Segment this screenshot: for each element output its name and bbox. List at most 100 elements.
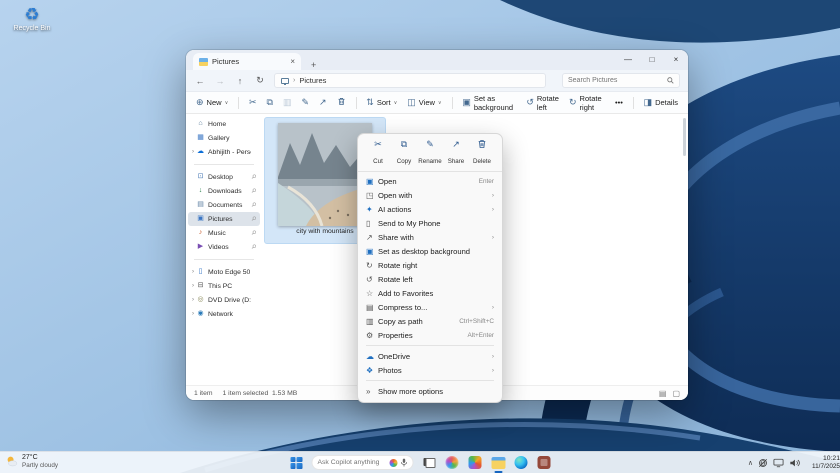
copilot-search-input[interactable]	[318, 459, 387, 466]
taskbar-search[interactable]	[312, 455, 414, 470]
delete-button[interactable]	[333, 95, 350, 110]
delete-quick-button[interactable]: Delete	[470, 139, 494, 168]
details-view-toggle-icon[interactable]: ▤	[659, 389, 667, 398]
sidebar-item[interactable]: ▤ Documents ⚲	[188, 198, 260, 212]
menu-item-label: Photos	[378, 366, 492, 375]
context-menu-item[interactable]: » Show more options	[358, 384, 502, 398]
context-menu-item[interactable]: ⚙ Properties Alt+Enter	[358, 328, 502, 342]
speaker-icon[interactable]	[789, 458, 800, 468]
rotate-left-button[interactable]: ↺ Rotate left	[522, 92, 563, 114]
context-menu-item[interactable]	[366, 380, 494, 381]
edge-browser-button[interactable]	[514, 455, 529, 470]
context-menu-item[interactable]	[366, 345, 494, 346]
back-button[interactable]: ←	[194, 76, 206, 86]
sidebar-item[interactable]: ▣ Pictures ⚲	[188, 212, 260, 226]
context-menu-item[interactable]: ▤ Compress to... ›	[358, 300, 502, 314]
sidebar-item[interactable]: ▶ Videos ⚲	[188, 240, 260, 254]
location-icon	[281, 78, 289, 84]
context-menu-item[interactable]: ▯ Send to My Phone	[358, 216, 502, 230]
new-button[interactable]: ⊕ New ∨	[192, 96, 232, 109]
thumbnail-view-toggle-icon[interactable]: ▢	[672, 389, 680, 398]
refresh-button[interactable]: ↻	[254, 75, 266, 86]
sidebar-item[interactable]: ⊡ Desktop ⚲	[188, 170, 260, 184]
context-menu-item[interactable]: ☁ OneDrive ›	[358, 349, 502, 363]
rename-quick-button[interactable]: ✎ Rename	[418, 139, 442, 168]
sidebar-item[interactable]	[194, 164, 254, 165]
set-as-background-button[interactable]: ▣ Set as background	[458, 92, 520, 114]
divider	[356, 97, 357, 109]
sort-button[interactable]: ⇅ Sort ∨	[362, 96, 401, 109]
minimize-button[interactable]: —	[616, 50, 640, 69]
context-menu-item[interactable]: ↗ Share with ›	[358, 230, 502, 244]
rotate-right-button[interactable]: ↻ Rotate right	[565, 92, 609, 114]
share-button[interactable]: ↗	[315, 96, 331, 109]
context-menu-items: ▣ Open Enter ◳ Open with › ✦ AI actions …	[358, 174, 502, 398]
search-input[interactable]	[568, 77, 667, 84]
network-status-icon[interactable]	[758, 458, 768, 468]
share-quick-button[interactable]: ↗ Share	[444, 139, 468, 168]
open-with-icon: ◳	[366, 191, 378, 200]
view-button[interactable]: ◫ View ∨	[403, 96, 445, 109]
search-box[interactable]	[562, 73, 680, 88]
context-menu-item[interactable]: ◳ Open with ›	[358, 188, 502, 202]
vertical-scrollbar[interactable]	[683, 118, 686, 156]
sidebar-item[interactable]: › ⊟ This PC	[188, 279, 260, 293]
sidebar-item[interactable]: ↓ Downloads ⚲	[188, 184, 260, 198]
network-icon: ◉	[196, 310, 205, 318]
taskbar-clock[interactable]: 10:21 11/7/2025	[807, 455, 840, 470]
sidebar-item[interactable]: › ▯ Moto Edge 50 Neo	[188, 265, 260, 279]
tab-close-icon[interactable]: ×	[290, 57, 295, 66]
start-button[interactable]	[289, 455, 304, 470]
context-menu-item[interactable]: ▣ Open Enter	[358, 174, 502, 188]
cut-button[interactable]: ✂	[245, 96, 261, 109]
context-menu-item[interactable]: ↻ Rotate right	[358, 258, 502, 272]
close-button[interactable]: ×	[664, 50, 688, 69]
sidebar-item[interactable]: ⌂ Home	[188, 117, 260, 131]
copy-icon: ⧉	[392, 139, 416, 150]
sidebar-item[interactable]	[194, 259, 254, 260]
pinned-app-button[interactable]	[537, 455, 552, 470]
microphone-icon	[401, 458, 408, 467]
copy-button[interactable]: ⧉	[263, 96, 277, 109]
sidebar-item[interactable]: › ☁ Abhijith - Personal	[188, 145, 260, 159]
context-menu-item[interactable]: ✦ AI actions ›	[358, 202, 502, 216]
copilot-app-button[interactable]	[445, 455, 460, 470]
task-view-button[interactable]	[422, 455, 437, 470]
weather-widget[interactable]: 27°C Partly cloudy	[5, 454, 58, 469]
sidebar-item[interactable]: ♪ Music ⚲	[188, 226, 260, 240]
sidebar-item[interactable]: › ◉ Network	[188, 307, 260, 321]
breadcrumb[interactable]: › Pictures	[274, 73, 546, 88]
rename-button[interactable]: ✎	[297, 96, 313, 109]
context-menu-item[interactable]: ↺ Rotate left	[358, 272, 502, 286]
up-button[interactable]: ↑	[234, 76, 246, 86]
menu-item-shortcut: Ctrl+Shift+C	[459, 318, 494, 325]
menu-item-shortcut: ›	[492, 353, 494, 360]
display-icon[interactable]	[773, 458, 784, 468]
sidebar-item[interactable]: ▦ Gallery	[188, 131, 260, 145]
sidebar-item[interactable]: › ◎ DVD Drive (D:) CCC	[188, 293, 260, 307]
context-menu-item[interactable]: ▣ Set as desktop background	[358, 244, 502, 258]
recycle-bin-desktop-icon[interactable]: ♻ Recycle Bin	[8, 5, 56, 32]
copy-quick-button[interactable]: ⧉ Copy	[392, 139, 416, 168]
forward-button[interactable]: →	[214, 76, 226, 86]
taskbar-center	[289, 452, 552, 473]
pin-icon	[252, 122, 256, 126]
more-options-button[interactable]: •••	[611, 96, 627, 109]
photos-app-button[interactable]	[468, 455, 483, 470]
paste-button[interactable]: ▥	[279, 96, 296, 109]
clock-date: 11/7/2025	[807, 463, 840, 471]
task-view-icon	[423, 458, 435, 468]
new-tab-button[interactable]: +	[311, 60, 316, 70]
context-menu-item[interactable]: ☆ Add to Favorites	[358, 286, 502, 300]
details-pane-button[interactable]: ◨ Details	[640, 96, 682, 109]
context-menu-item[interactable]: ▥ Copy as path Ctrl+Shift+C	[358, 314, 502, 328]
menu-item-label: Properties	[378, 331, 468, 340]
hidden-icons-chevron-icon[interactable]: ∧	[748, 459, 753, 467]
menu-item-label: OneDrive	[378, 352, 492, 361]
tab-pictures[interactable]: Pictures ×	[193, 53, 301, 70]
menu-item-label: Rotate left	[378, 275, 494, 284]
maximize-button[interactable]: □	[640, 50, 664, 69]
file-explorer-button[interactable]	[491, 455, 506, 470]
context-menu-item[interactable]: ❖ Photos ›	[358, 363, 502, 377]
cut-quick-button[interactable]: ✂ Cut	[366, 139, 390, 168]
